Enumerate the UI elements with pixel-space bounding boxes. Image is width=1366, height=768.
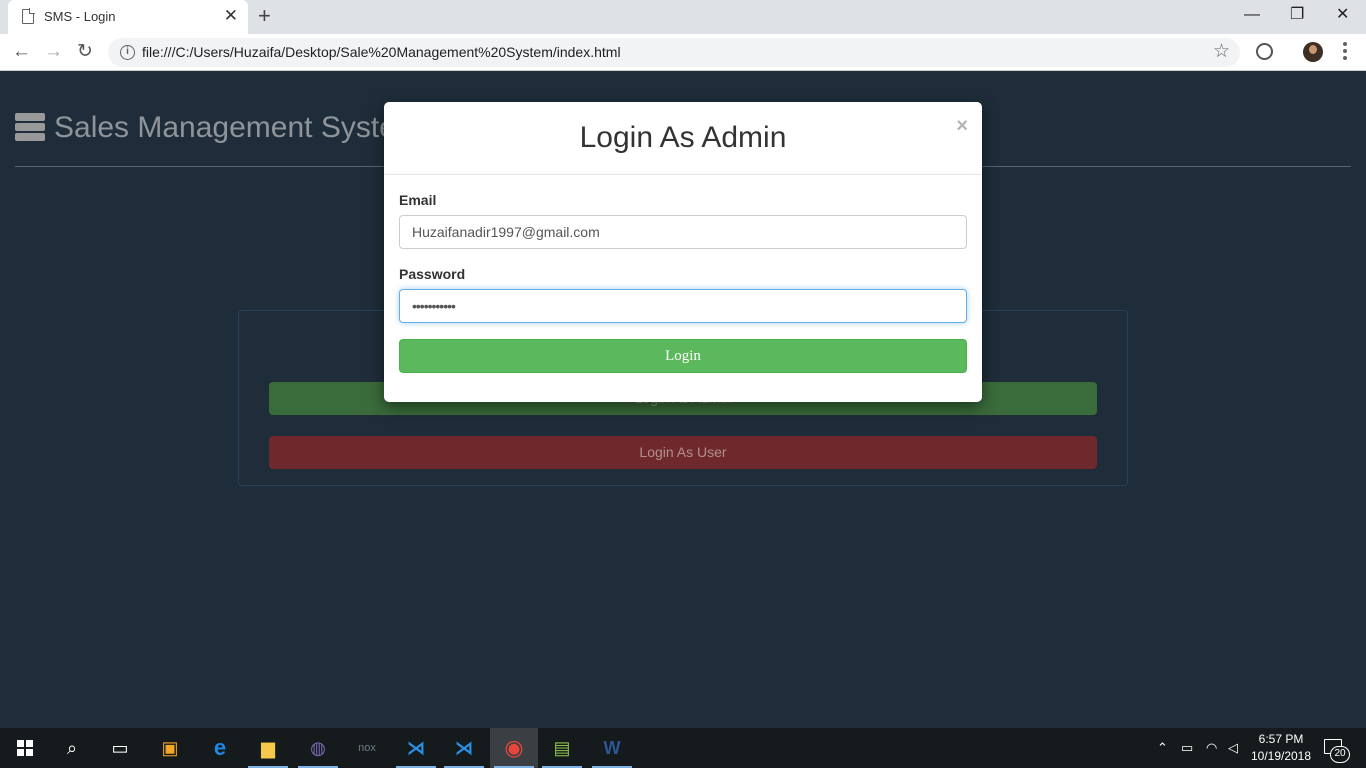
modal-header: Login As Admin ×	[384, 102, 982, 175]
file-explorer-icon[interactable]: ▆	[244, 728, 292, 768]
battery-icon[interactable]: ▭	[1181, 728, 1193, 768]
browser-toolbar: ← → ↻ i file:///C:/Users/Huzaifa/Desktop…	[0, 34, 1366, 71]
wifi-icon[interactable]: ◠	[1206, 728, 1217, 768]
search-icon[interactable]: ⌕	[48, 728, 96, 768]
reload-button[interactable]: ↻	[77, 40, 93, 64]
restore-icon[interactable]: ❐	[1290, 2, 1304, 28]
site-info-icon[interactable]: i	[120, 45, 135, 60]
notification-count-badge: 20	[1330, 746, 1350, 763]
store-icon[interactable]: ▣	[146, 728, 194, 768]
browser-tab-bar: SMS - Login ✕ + — ❐ ✕	[0, 0, 1366, 34]
page-icon	[22, 8, 35, 24]
vscode-insiders-icon[interactable]: ⋊	[440, 728, 488, 768]
server-icon	[15, 113, 45, 143]
minimize-icon[interactable]: —	[1244, 2, 1260, 28]
word-icon[interactable]: W	[588, 728, 636, 768]
profile-avatar[interactable]	[1303, 42, 1323, 62]
window-close-icon[interactable]: ✕	[1336, 2, 1349, 28]
windows-taskbar: ⌕ ▭ ▣ e ▆ ◍ nox ⋊ ⋊ ◉ ▤ W ⌃ ▭ ◠ ◁ 6:57 P…	[0, 728, 1366, 768]
new-tab-button[interactable]: +	[258, 4, 271, 28]
browser-tab[interactable]: SMS - Login ✕	[8, 0, 248, 34]
brand-title: Sales Management System	[54, 111, 421, 144]
bookmark-star-icon[interactable]: ☆	[1213, 41, 1230, 63]
modal-title: Login As Admin	[579, 121, 787, 154]
address-bar[interactable]: i file:///C:/Users/Huzaifa/Desktop/Sale%…	[108, 38, 1240, 67]
forward-button[interactable]: →	[44, 40, 63, 64]
password-field[interactable]	[399, 289, 967, 323]
show-hidden-icons-icon[interactable]: ⌃	[1157, 728, 1168, 768]
vscode-icon[interactable]: ⋊	[392, 728, 440, 768]
extension-icon[interactable]	[1256, 43, 1273, 60]
email-label: Email	[399, 192, 437, 208]
clock-time: 6:57 PM	[1258, 732, 1304, 746]
chrome-icon[interactable]: ◉	[490, 728, 538, 768]
login-as-user-button[interactable]: Login As User	[269, 436, 1097, 469]
url-text[interactable]: file:///C:/Users/Huzaifa/Desktop/Sale%20…	[142, 44, 621, 60]
tab-title: SMS - Login	[44, 9, 116, 24]
volume-icon[interactable]: ◁	[1228, 728, 1238, 768]
task-view-icon[interactable]: ▭	[96, 728, 144, 768]
browser-menu-icon[interactable]	[1343, 42, 1347, 62]
windows-logo-icon	[17, 740, 33, 756]
tab-close-icon[interactable]: ✕	[224, 6, 238, 26]
password-label: Password	[399, 266, 466, 282]
edge-icon[interactable]: e	[196, 728, 244, 768]
start-button[interactable]	[0, 728, 48, 768]
admin-login-modal: Login As Admin × Email Password Login	[384, 102, 982, 402]
clock-date: 10/19/2018	[1250, 749, 1312, 763]
eclipse-icon[interactable]: ◍	[294, 728, 342, 768]
email-field[interactable]	[399, 215, 967, 249]
notepad-plus-icon[interactable]: ▤	[538, 728, 586, 768]
login-button[interactable]: Login	[399, 339, 967, 373]
nox-icon[interactable]: nox	[343, 728, 391, 768]
system-clock[interactable]: 6:57 PM 10/19/2018	[1248, 731, 1314, 765]
back-button[interactable]: ←	[12, 40, 31, 64]
modal-close-icon[interactable]: ×	[956, 116, 968, 136]
